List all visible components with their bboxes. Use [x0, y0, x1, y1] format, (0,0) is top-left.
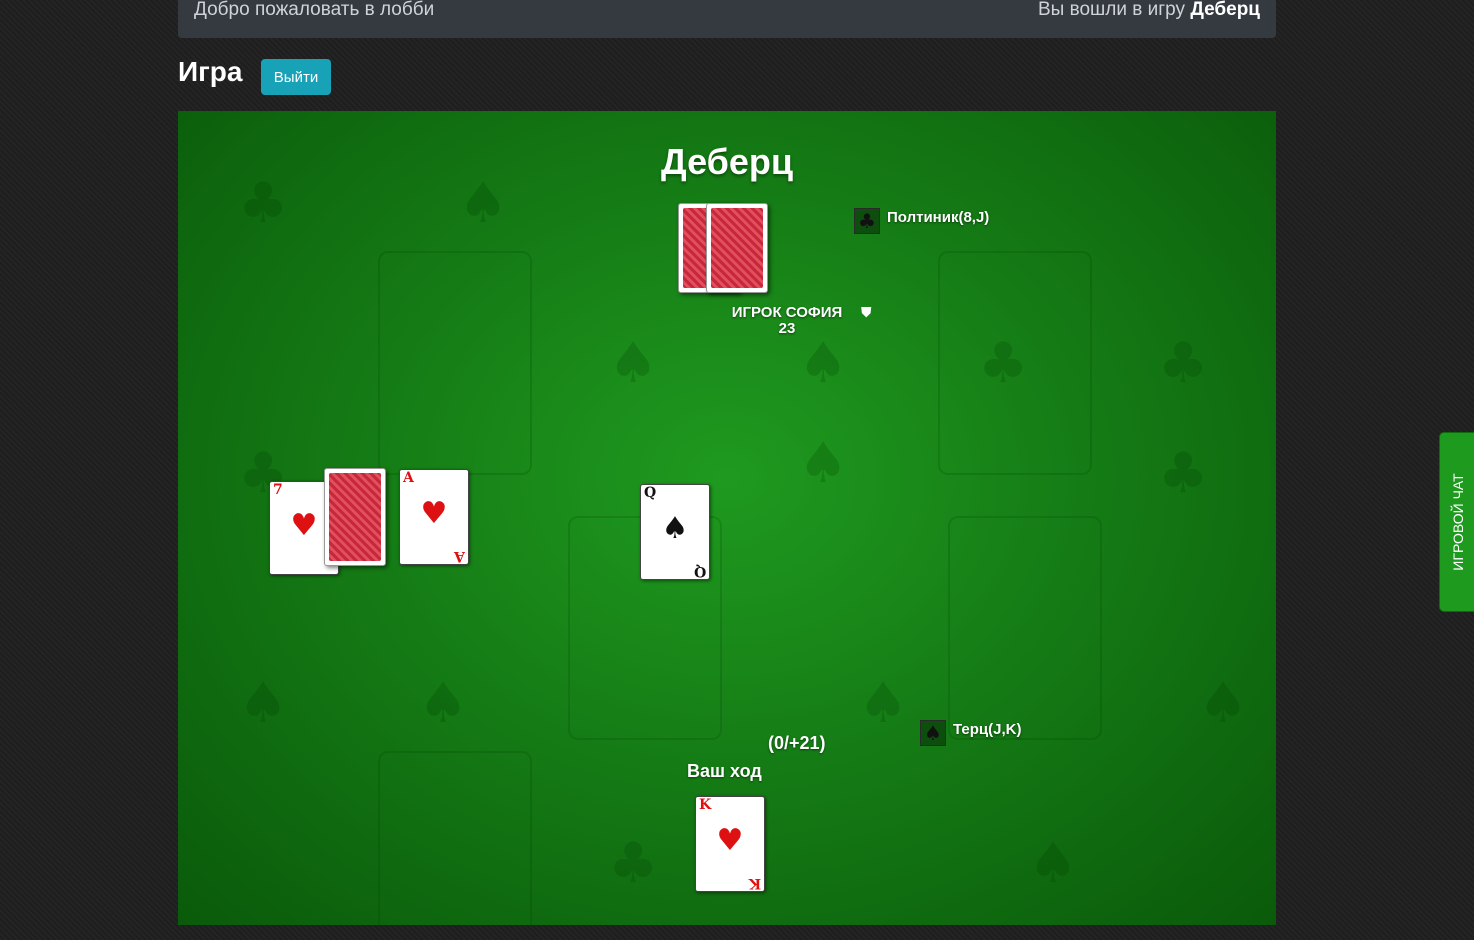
bg-spade-icon: ♠ — [798, 331, 849, 396]
game-table: ♣ ♠ ♠ ♠ ♣ ♣ ♣ ♠ ♣ ♠ ♠ ♠ ♠ ♣ ♠ Деберц ♣ П… — [178, 111, 1276, 925]
combination-bottom-label: Терц(J,K) — [953, 721, 1022, 738]
left-card-back — [324, 468, 386, 566]
joined-game-name: Деберц — [1190, 0, 1260, 20]
bg-card-shape — [378, 751, 532, 925]
game-chat-label: ИГРОВОЙ ЧАТ — [1449, 473, 1466, 571]
joined-prefix: Вы вошли в игру — [1037, 0, 1186, 20]
bg-spade-icon: ♠ — [858, 671, 909, 736]
bg-card-shape — [378, 251, 532, 475]
bg-spade-icon: ♠ — [1198, 671, 1249, 736]
joined-game-status: Вы вошли в игру Деберц — [1038, 0, 1260, 20]
card-rank: Q — [644, 485, 657, 501]
bg-club-icon: ♣ — [1158, 331, 1209, 396]
game-chat-tab[interactable]: ИГРОВОЙ ЧАТ — [1439, 432, 1474, 612]
heart-icon: ♥ — [420, 496, 448, 531]
spade-icon: ♠ — [920, 720, 946, 746]
bg-spade-icon: ♠ — [418, 671, 469, 736]
combination-top-label: Полтиник(8,J) — [887, 209, 990, 226]
card-rank-bottom: Q — [693, 563, 706, 579]
opponent-name: ИГРОК СОФИЯ — [731, 304, 843, 321]
card-rank: K — [699, 797, 712, 813]
bg-club-icon: ♣ — [608, 831, 659, 896]
bg-club-icon: ♣ — [1158, 441, 1209, 506]
opponent-score: 23 — [778, 320, 796, 337]
opponent-card-back — [706, 203, 768, 293]
bg-spade-icon: ♠ — [1028, 831, 1079, 896]
played-card-queen-spades: Q ♠ Q — [640, 484, 710, 580]
spade-icon: ♠ — [661, 511, 689, 546]
bg-card-shape — [948, 516, 1102, 740]
lobby-welcome[interactable]: Добро пожаловать в лобби — [194, 0, 434, 20]
bg-spade-icon: ♠ — [608, 331, 659, 396]
bg-spade-icon: ♠ — [238, 671, 289, 736]
top-bar: Добро пожаловать в лобби Вы вошли в игру… — [178, 0, 1276, 38]
card-rank: 7 — [273, 482, 283, 498]
shield-icon: ⛊ — [861, 304, 872, 320]
card-rank-bottom: K — [748, 875, 761, 891]
game-title: Деберц — [660, 141, 793, 182]
score-delta: (0/+21) — [768, 733, 826, 753]
my-card-king-hearts[interactable]: K ♥ K — [695, 796, 765, 892]
turn-label: Ваш ход — [687, 761, 762, 781]
bg-club-icon: ♣ — [978, 331, 1029, 396]
card-rank: A — [403, 470, 414, 486]
heart-icon: ♥ — [716, 823, 744, 858]
card-rank-bottom: A — [454, 548, 465, 564]
page-title: Игра — [178, 56, 243, 87]
exit-button[interactable]: Выйти — [261, 59, 331, 95]
left-card-ace-hearts: A ♥ A — [399, 469, 469, 565]
club-icon: ♣ — [854, 208, 880, 234]
bg-spade-icon: ♠ — [798, 431, 849, 496]
